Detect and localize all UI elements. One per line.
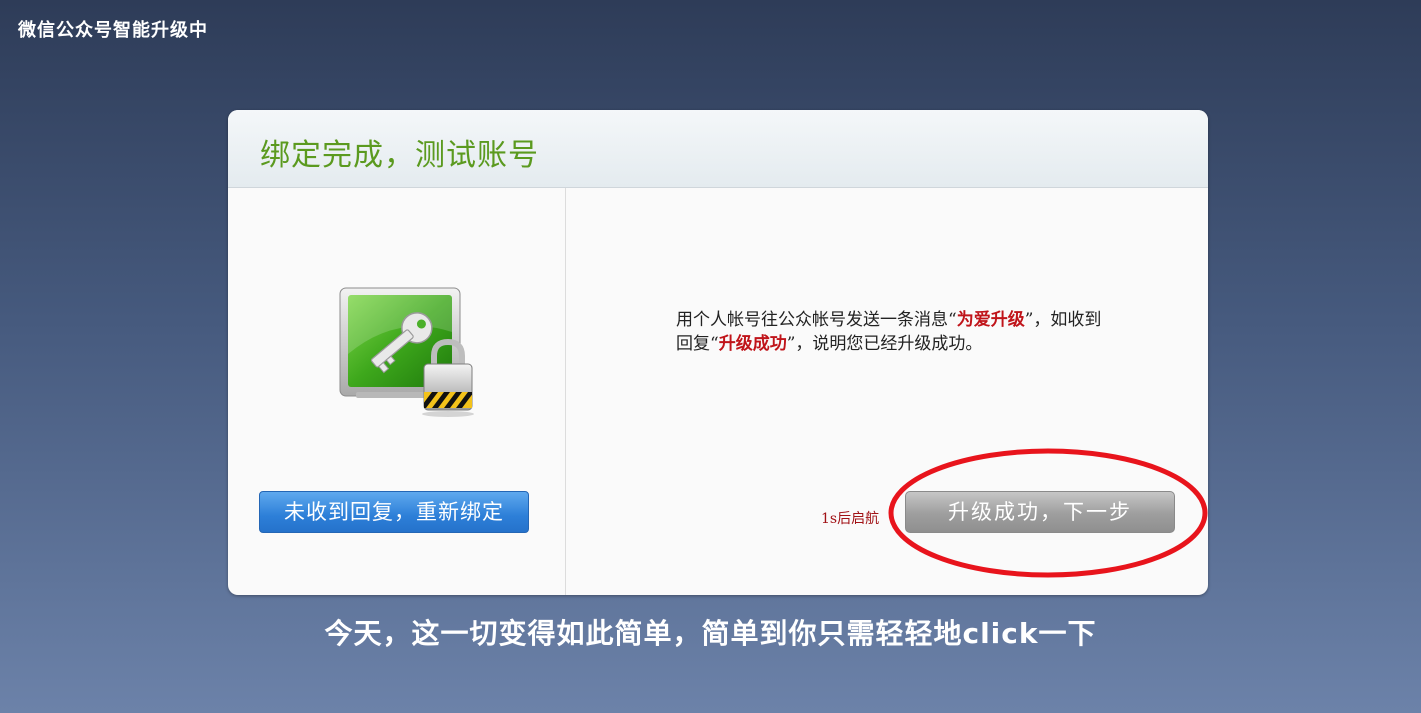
key-lock-icon	[339, 287, 474, 417]
panel-title: 绑定完成，测试账号	[260, 138, 539, 173]
binding-test-panel: 绑定完成，测试账号 未收到回复，重新绑定 用个人帐号往公众帐号发送一条消息“为爱…	[228, 110, 1208, 595]
panel-header: 绑定完成，测试账号	[228, 110, 1208, 188]
instruction-part3: ”，说明您已经升级成功。	[786, 334, 983, 354]
page-header-title: 微信公众号智能升级中	[18, 20, 208, 41]
reply-highlight: 升级成功	[718, 334, 787, 354]
keyword-highlight: 为爱升级	[956, 310, 1025, 330]
left-pane: 未收到回复，重新绑定	[228, 188, 566, 595]
instruction-text: 用个人帐号往公众帐号发送一条消息“为爱升级”，如收到回复“升级成功”，说明您已经…	[676, 308, 1106, 356]
instruction-part1: 用个人帐号往公众帐号发送一条消息“	[676, 310, 957, 330]
rebind-button[interactable]: 未收到回复，重新绑定	[259, 491, 529, 533]
bottom-caption: 今天，这一切变得如此简单，简单到你只需轻轻地click一下	[324, 617, 1097, 650]
countdown-text: 1s后启航	[821, 511, 880, 527]
next-step-button[interactable]: 升级成功，下一步	[905, 491, 1175, 533]
right-pane: 用个人帐号往公众帐号发送一条消息“为爱升级”，如收到回复“升级成功”，说明您已经…	[566, 188, 1208, 595]
